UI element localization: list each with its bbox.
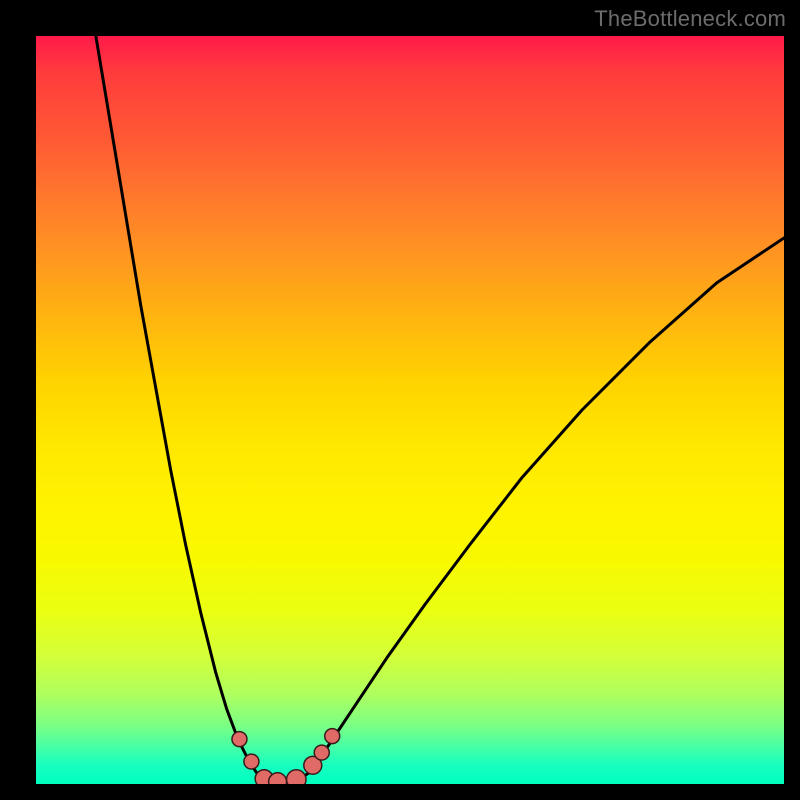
data-marker	[232, 732, 247, 747]
curve-group	[96, 36, 784, 783]
bottleneck-curve	[96, 36, 784, 783]
chart-svg	[36, 36, 784, 784]
plot-area	[36, 36, 784, 784]
data-marker	[325, 729, 340, 744]
watermark-text: TheBottleneck.com	[594, 6, 786, 32]
chart-frame: TheBottleneck.com	[0, 0, 800, 800]
data-marker	[269, 773, 287, 784]
data-marker	[244, 754, 259, 769]
data-marker	[287, 770, 306, 784]
data-marker	[314, 745, 329, 760]
marker-group	[232, 729, 340, 784]
